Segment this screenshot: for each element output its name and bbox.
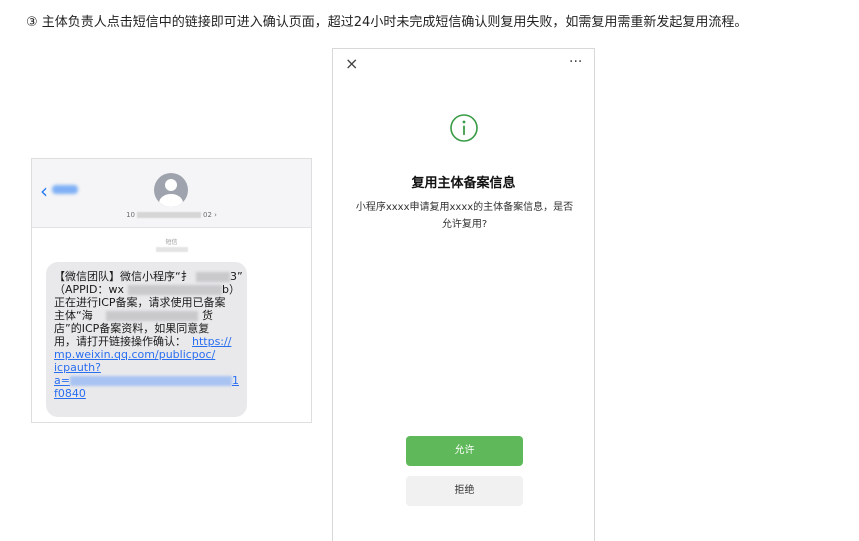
sms-screenshot: ‹ 10 02 › 短信 【微信团队】微信小程序“扌 3” （APPID：wx b… — [31, 158, 312, 423]
redacted-text — [106, 311, 198, 321]
link-text[interactable]: mp.weixin.qq.com/publicpoc/ — [54, 348, 215, 361]
confirm-page: × ··· 复用主体备案信息 小程序xxxx申请复用xxxx的主体备案信息，是否… — [332, 48, 595, 541]
back-chevron-icon[interactable]: ‹ — [40, 181, 48, 201]
link-text[interactable]: https:// — [192, 335, 231, 348]
sms-header: ‹ 10 02 › — [32, 159, 311, 228]
redacted-back-label — [52, 185, 78, 194]
link-text[interactable]: 1 — [232, 374, 239, 387]
message-line: 【微信团队】微信小程序“扌 — [54, 270, 192, 283]
avatar — [154, 173, 188, 207]
instruction-text: ③ 主体负责人点击短信中的链接即可进入确认页面，超过24小时未完成短信确认则复用… — [26, 15, 748, 30]
info-icon — [450, 114, 478, 142]
close-icon[interactable]: × — [345, 55, 358, 73]
message-line: 用，请打开链接操作确认： — [54, 335, 186, 348]
redacted-text — [128, 285, 222, 295]
message-line: b） — [222, 283, 240, 296]
message-line: 正在进行ICP备案，请求使用已备案 — [54, 296, 226, 309]
redacted-number — [136, 212, 201, 218]
dialog-title: 复用主体备案信息 — [411, 176, 516, 191]
message-line: 店”的ICP备案资料，如果同意复 — [54, 322, 210, 335]
message-line: 3” — [230, 270, 243, 283]
message-line: 主体“海 — [54, 309, 93, 322]
message-bubble: 【微信团队】微信小程序“扌 3” （APPID：wx b） 正在进行ICP备案，… — [46, 262, 247, 417]
link-text[interactable]: icpauth? — [54, 361, 101, 374]
more-icon[interactable]: ··· — [569, 55, 582, 69]
redacted-link — [70, 376, 232, 386]
redacted-text — [196, 272, 230, 282]
sender-number[interactable]: 10 02 › — [32, 211, 311, 219]
dialog-message: 小程序xxxx申请复用xxxx的主体备案信息，是否允许复用? — [355, 202, 574, 230]
sms-label: 短信 — [165, 239, 178, 246]
allow-button[interactable]: 允许 — [406, 436, 523, 466]
redacted-timestamp — [156, 247, 188, 252]
deny-button[interactable]: 拒绝 — [406, 476, 523, 506]
link-text[interactable]: f0840 — [54, 387, 86, 400]
link-text[interactable]: a= — [54, 374, 70, 387]
message-line: （APPID：wx — [54, 283, 125, 296]
message-line: 货 — [202, 309, 213, 322]
sender-number-prefix: 10 — [126, 211, 135, 219]
sender-number-suffix: 02 › — [202, 211, 217, 219]
